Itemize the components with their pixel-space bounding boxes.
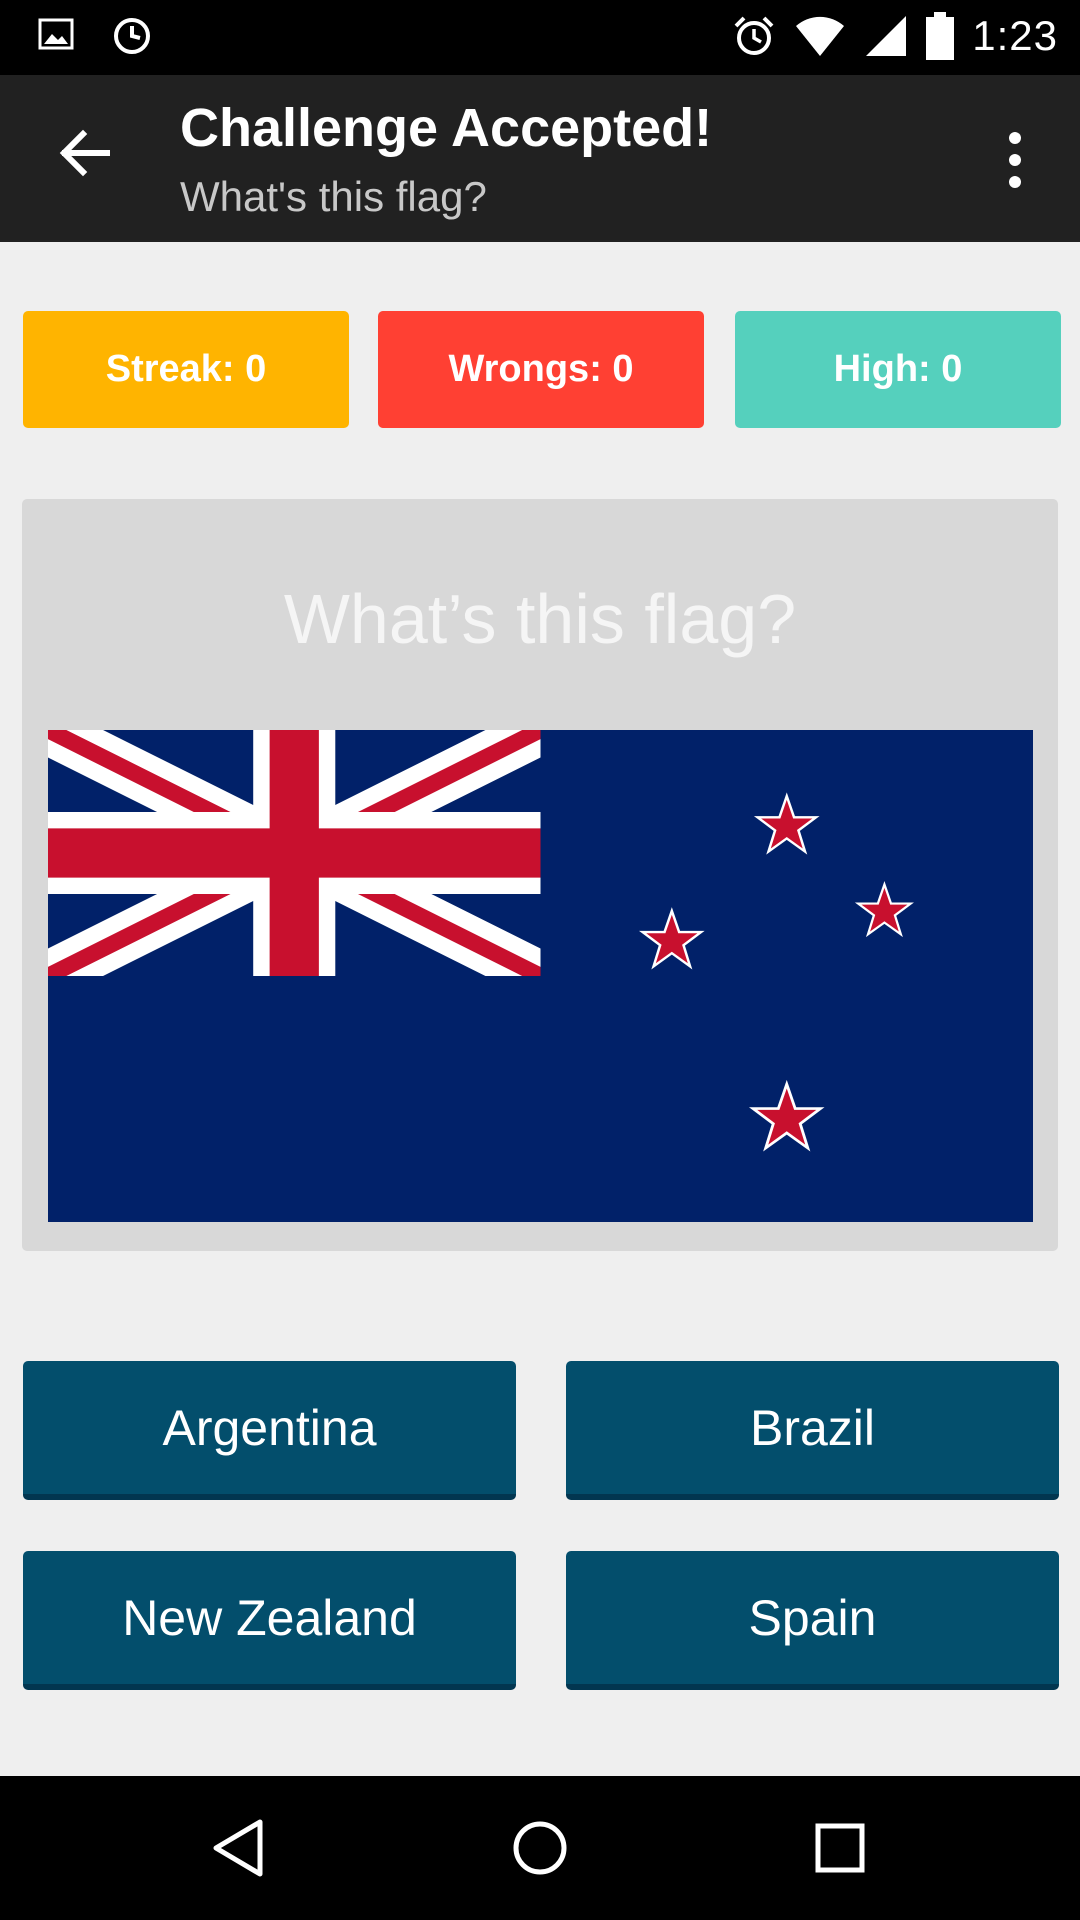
status-bar: 1:23 (0, 0, 1080, 75)
answer-button-brazil[interactable]: Brazil (566, 1361, 1059, 1500)
wrongs-badge: Wrongs: 0 (378, 311, 704, 428)
page-subtitle: What's this flag? (180, 173, 487, 220)
streak-badge: Streak: 0 (23, 311, 349, 428)
new-zealand-flag-image (48, 730, 1033, 1222)
answer-button-argentina[interactable]: Argentina (23, 1361, 516, 1500)
question-text: What’s this flag? (283, 580, 797, 658)
high-score-badge: High: 0 (735, 311, 1061, 428)
clock-icon (114, 18, 150, 54)
image-icon (38, 18, 74, 50)
question-card: What’s this flag? (22, 499, 1058, 1251)
nav-recents-icon[interactable] (808, 1816, 872, 1880)
nav-home-icon[interactable] (508, 1816, 572, 1880)
navigation-bar (0, 1776, 1080, 1920)
status-time: 1:23 (972, 12, 1058, 59)
alarm-icon (734, 16, 774, 55)
signal-icon (866, 16, 907, 56)
battery-icon (926, 12, 955, 60)
nav-back-icon[interactable] (208, 1816, 272, 1880)
answer-button-spain[interactable]: Spain (566, 1551, 1059, 1690)
answer-button-new-zealand[interactable]: New Zealand (23, 1551, 516, 1690)
wifi-icon (796, 16, 845, 56)
more-options-icon[interactable] (990, 130, 1040, 190)
page-title: Challenge Accepted! (180, 98, 713, 158)
app-bar: Challenge Accepted! What's this flag? (0, 75, 1080, 242)
back-arrow-icon[interactable] (55, 123, 115, 183)
